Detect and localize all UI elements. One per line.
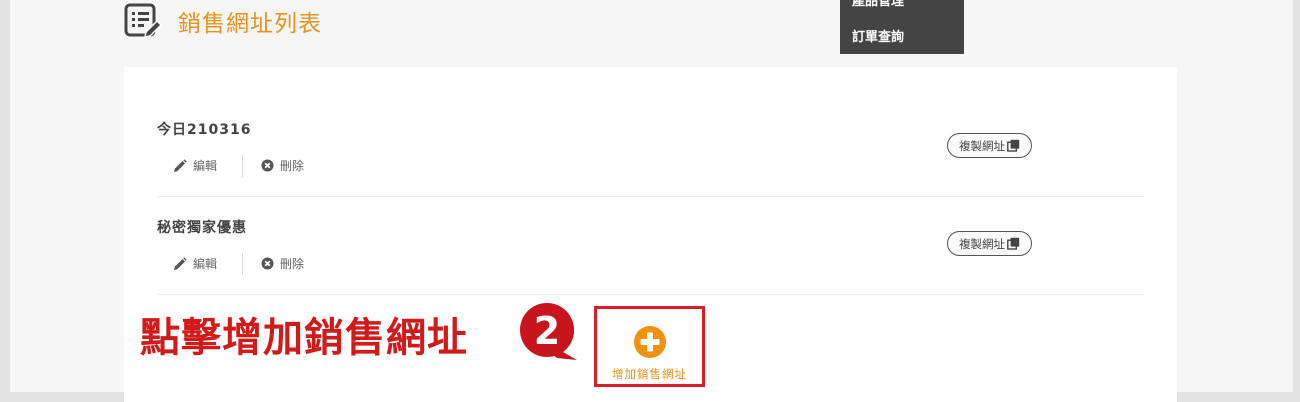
nav-dropdown-menu: 產品管理 訂單查詢 [840,0,964,54]
annotation-instruction: 點擊增加銷售網址 [140,315,468,361]
add-sales-url-button[interactable]: 增加銷售網址 [594,306,705,387]
copy-icon [1007,139,1020,152]
delete-button[interactable]: 刪除 [261,255,304,272]
edit-label: 編輯 [193,257,218,271]
url-name: 秘密獨家優惠 [157,220,247,236]
x-circle-icon [261,257,274,270]
x-circle-icon [261,159,274,172]
action-divider [242,155,243,177]
page-title: 銷售網址列表 [178,11,322,37]
copy-url-button[interactable]: 複製網址 [947,231,1032,256]
action-divider [242,253,243,275]
edit-button[interactable]: 編輯 [173,255,217,272]
delete-button[interactable]: 刪除 [261,157,304,174]
pencil-icon [174,158,187,172]
step-badge: 2 [520,303,577,360]
step-number: 2 [534,309,560,353]
menu-item-product-management[interactable]: 產品管理 [852,0,904,9]
edit-button[interactable]: 編輯 [173,157,217,174]
list-edit-icon [124,3,162,38]
add-sales-url-label: 增加銷售網址 [612,367,687,381]
copy-url-label: 複製網址 [959,138,1005,153]
copy-url-button[interactable]: 複製網址 [947,133,1032,158]
copy-url-label: 複製網址 [959,236,1005,251]
menu-item-order-query[interactable]: 訂單查詢 [852,26,904,45]
delete-label: 刪除 [280,159,305,173]
url-list-item: 今日210316 編輯 刪除 複製網址 [157,116,1144,197]
delete-label: 刪除 [280,257,305,271]
copy-icon [1007,237,1020,250]
url-name: 今日210316 [157,122,252,138]
edit-label: 編輯 [193,159,218,173]
pencil-icon [174,256,187,270]
plus-circle-icon [634,326,666,358]
url-list-item: 秘密獨家優惠 編輯 刪除 複製網址 [157,214,1144,295]
